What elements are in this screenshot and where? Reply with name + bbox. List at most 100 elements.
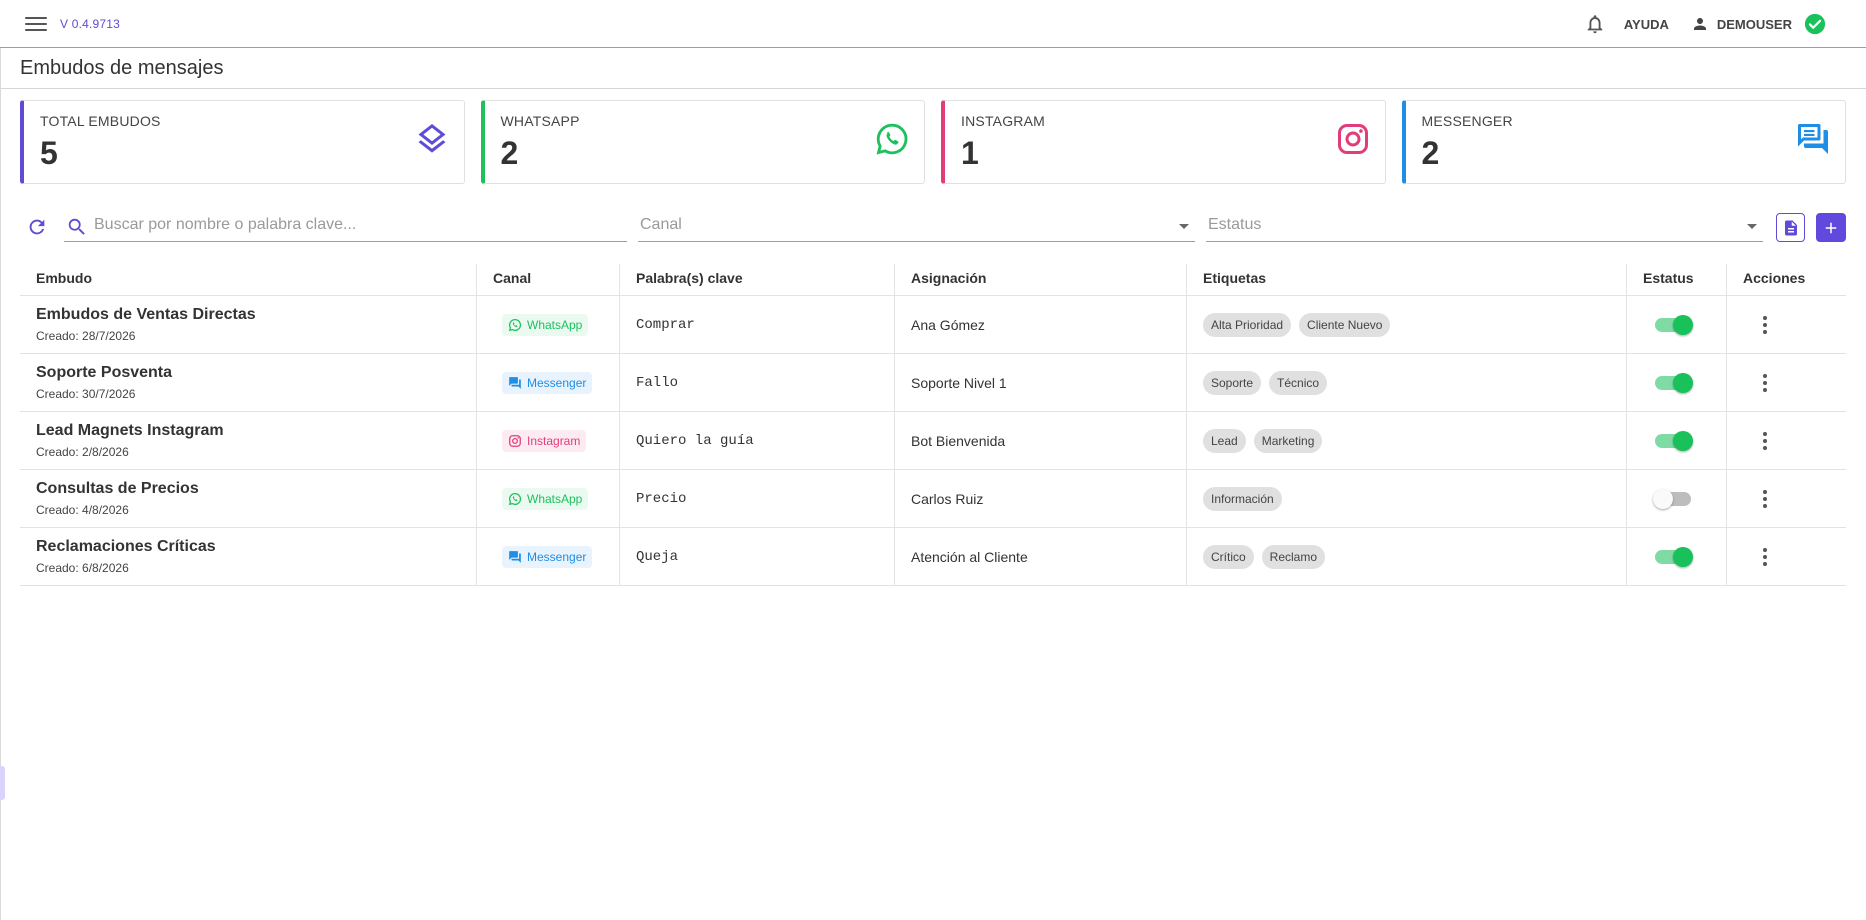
table-row[interactable]: Soporte Posventa Creado: 30/7/2026 Messe… — [20, 354, 1846, 412]
layers-icon — [418, 124, 445, 153]
status-toggle[interactable] — [1655, 372, 1693, 393]
more-actions-icon[interactable] — [1755, 315, 1775, 335]
table-row[interactable]: Consultas de Precios Creado: 4/8/2026 Wh… — [20, 470, 1846, 528]
search-icon — [68, 218, 85, 235]
table-row[interactable]: Reclamaciones Críticas Creado: 6/8/2026 … — [20, 528, 1846, 586]
table-header-row: Embudo Canal Palabra(s) clave Asignación… — [20, 264, 1846, 296]
status-select[interactable]: Estatus — [1206, 210, 1763, 242]
funnel-name[interactable]: Embudos de Ventas Directas — [36, 306, 256, 324]
instagram-icon — [1337, 124, 1368, 154]
stat-value: 1 — [961, 135, 979, 171]
table-row[interactable]: Embudos de Ventas Directas Creado: 28/7/… — [20, 296, 1846, 354]
actions-cell — [1727, 412, 1846, 469]
more-actions-icon[interactable] — [1755, 431, 1775, 451]
column-header-status[interactable]: Estatus — [1627, 264, 1727, 295]
actions-cell — [1727, 528, 1846, 585]
stat-card-whatsapp: WHATSAPP 2 — [480, 100, 925, 184]
connected-check-icon — [1804, 13, 1826, 35]
channel-label: WhatsApp — [527, 317, 583, 332]
more-actions-icon[interactable] — [1755, 547, 1775, 567]
tag-chip: Técnico — [1269, 370, 1328, 395]
funnel-name[interactable]: Lead Magnets Instagram — [36, 422, 224, 440]
column-header-tags[interactable]: Etiquetas — [1187, 264, 1627, 295]
channel-badge: WhatsApp — [502, 313, 589, 336]
toggle-knob — [1673, 430, 1693, 451]
column-header-keywords[interactable]: Palabra(s) clave — [620, 264, 895, 295]
more-actions-icon[interactable] — [1755, 373, 1775, 393]
chevron-down-icon — [1747, 224, 1757, 229]
status-cell — [1627, 354, 1727, 411]
status-toggle[interactable] — [1655, 314, 1693, 335]
funnel-name[interactable]: Soporte Posventa — [36, 364, 172, 382]
side-drawer-handle[interactable] — [0, 766, 5, 800]
search-input[interactable] — [94, 213, 614, 237]
stat-label: INSTAGRAM — [961, 113, 1045, 129]
stat-value: 2 — [500, 135, 519, 171]
column-header-assignment[interactable]: Asignación — [895, 264, 1187, 295]
toggle-knob — [1673, 546, 1693, 567]
table-body: Embudos de Ventas Directas Creado: 28/7/… — [20, 296, 1846, 586]
actions-cell — [1727, 296, 1846, 353]
column-header-embudo[interactable]: Embudo — [20, 264, 477, 295]
stat-value: 5 — [40, 135, 58, 171]
messenger-icon — [509, 376, 521, 389]
hamburger-menu-icon[interactable] — [22, 12, 50, 36]
stat-label: WHATSAPP — [500, 113, 580, 129]
assignment-cell: Ana Gómez — [895, 296, 1187, 353]
more-actions-icon[interactable] — [1755, 489, 1775, 509]
document-icon — [1784, 220, 1797, 235]
table-row[interactable]: Lead Magnets Instagram Creado: 2/8/2026 … — [20, 412, 1846, 470]
column-header-canal[interactable]: Canal — [477, 264, 620, 295]
stat-card-total: TOTAL EMBUDOS 5 — [20, 100, 465, 184]
funnels-table: Embudo Canal Palabra(s) clave Asignación… — [20, 264, 1846, 586]
whatsapp-icon — [876, 123, 908, 155]
status-select-placeholder: Estatus — [1208, 216, 1262, 233]
page-header: Embudos de mensajes — [1, 49, 1866, 89]
status-toggle[interactable] — [1655, 546, 1693, 567]
top-actions: AYUDA DEMOUSER — [1584, 12, 1826, 36]
export-document-button[interactable] — [1776, 213, 1805, 242]
tag-chip: Marketing — [1253, 428, 1323, 453]
stat-label: TOTAL EMBUDOS — [40, 113, 161, 129]
stat-card-messenger: MESSENGER 2 — [1401, 100, 1846, 184]
tags-cell: Lead Marketing — [1187, 412, 1627, 469]
tags-cell: Crítico Reclamo — [1187, 528, 1627, 585]
keyword-text: Queja — [636, 548, 679, 565]
refresh-icon[interactable] — [26, 216, 48, 238]
funnel-name[interactable]: Consultas de Precios — [36, 480, 199, 498]
user-name[interactable]: DEMOUSER — [1717, 17, 1792, 32]
messenger-icon — [1798, 124, 1828, 154]
help-link[interactable]: AYUDA — [1624, 17, 1669, 32]
funnel-name[interactable]: Reclamaciones Críticas — [36, 538, 216, 556]
status-cell — [1627, 528, 1727, 585]
add-funnel-button[interactable] — [1816, 213, 1846, 242]
keyword-text: Fallo — [636, 374, 679, 391]
tag-chip: Soporte — [1203, 370, 1262, 395]
status-toggle[interactable] — [1653, 488, 1691, 509]
funnel-created-date: Creado: 2/8/2026 — [36, 445, 129, 459]
stat-card-instagram: INSTAGRAM 1 — [941, 100, 1386, 184]
top-app-bar: V 0.4.9713 AYUDA DEMOUSER — [0, 0, 1866, 48]
funnel-created-date: Creado: 4/8/2026 — [36, 503, 129, 517]
channel-select[interactable]: Canal — [638, 210, 1195, 242]
notifications-bell-icon[interactable] — [1584, 13, 1606, 35]
tags-cell: Alta Prioridad Cliente Nuevo — [1187, 296, 1627, 353]
toggle-knob — [1653, 488, 1673, 509]
assignment-text: Atención al Cliente — [911, 548, 1028, 565]
stat-value: 2 — [1421, 135, 1440, 171]
tag-chip: Reclamo — [1261, 544, 1326, 569]
tag-chip: Cliente Nuevo — [1299, 312, 1391, 337]
status-cell — [1627, 296, 1727, 353]
keyword-cell: Queja — [620, 528, 895, 585]
status-toggle[interactable] — [1655, 430, 1693, 451]
tag-chip: Crítico — [1203, 544, 1254, 569]
tag-chip: Lead — [1203, 428, 1246, 453]
tag-chip: Información — [1203, 486, 1282, 511]
actions-cell — [1727, 470, 1846, 527]
keyword-cell: Fallo — [620, 354, 895, 411]
assignment-cell: Carlos Ruiz — [895, 470, 1187, 527]
channel-badge: Messenger — [502, 545, 593, 568]
keyword-text: Comprar — [636, 316, 695, 333]
channel-label: Messenger — [527, 549, 587, 564]
whatsapp-icon — [508, 318, 522, 331]
